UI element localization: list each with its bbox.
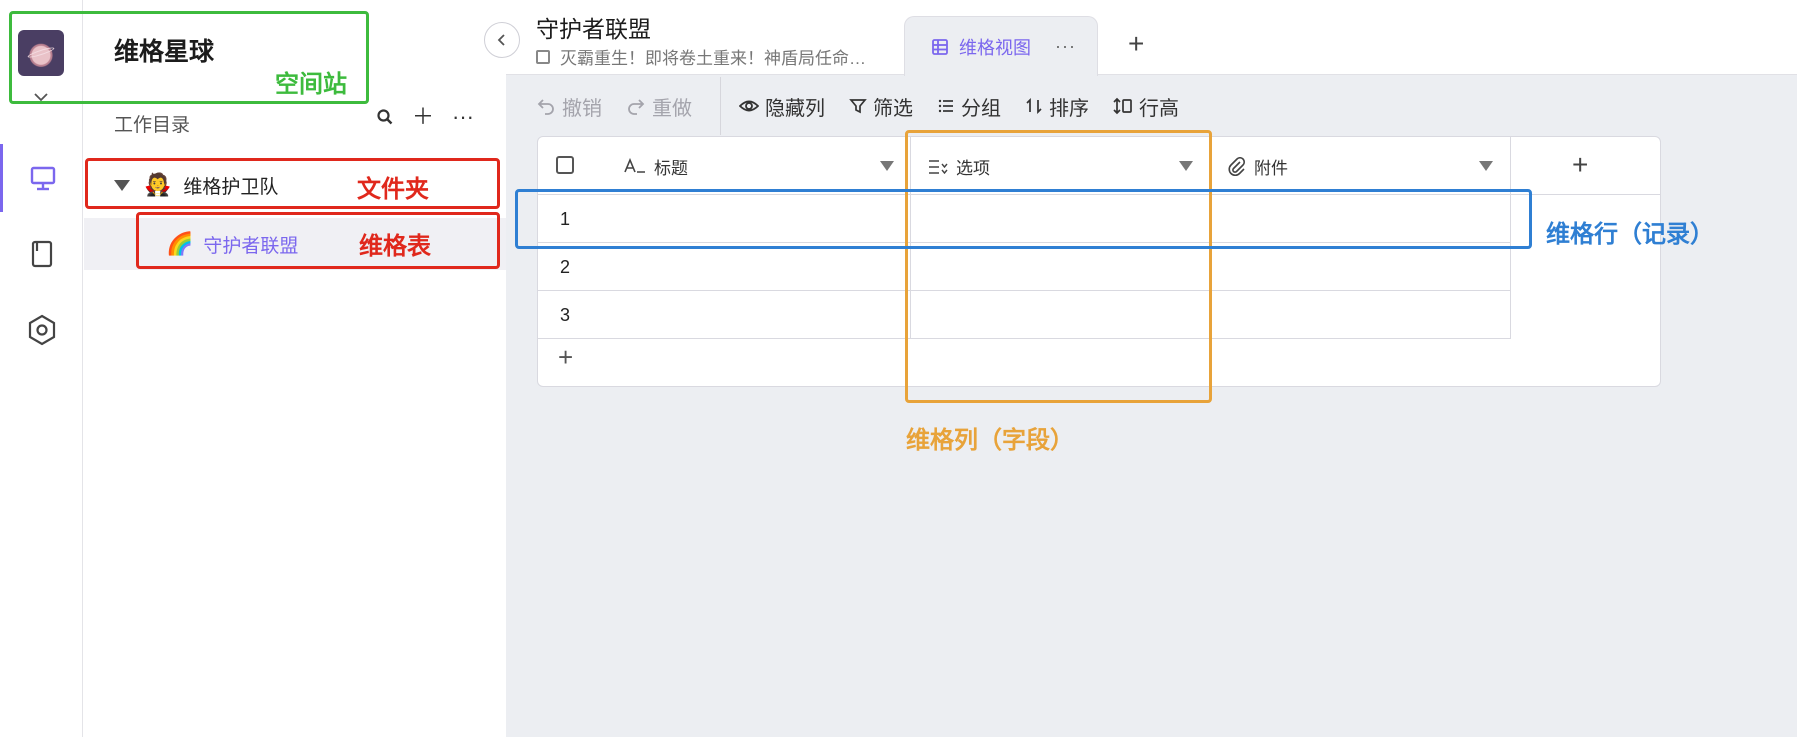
add-view-button[interactable]: + — [1128, 30, 1144, 58]
row-height-button[interactable]: 行高 — [1113, 92, 1179, 121]
add-column-button[interactable]: + — [1572, 149, 1588, 181]
rail-templates[interactable] — [0, 220, 83, 288]
sort-icon — [1026, 97, 1042, 115]
annotation-sheet-box — [136, 212, 500, 269]
column-header-attachment[interactable]: 附件 — [1228, 154, 1288, 179]
view-more-icon[interactable]: ··· — [1055, 36, 1076, 57]
add-row-button[interactable]: + — [558, 342, 573, 373]
app-root: 维格星球 工作目录 ＋ ··· 🧛 维格护卫队 🌈 守护者联盟 守护者联盟 灭霸… — [0, 0, 1797, 737]
book-icon — [31, 240, 52, 268]
select-all-checkbox[interactable] — [556, 156, 574, 174]
redo-label: 重做 — [652, 97, 692, 120]
annotation-folder-label: 文件夹 — [357, 176, 429, 203]
hide-columns-label: 隐藏列 — [765, 97, 825, 120]
undo-label: 撤销 — [562, 97, 602, 120]
more-icon[interactable]: ··· — [452, 106, 474, 128]
row-height-label: 行高 — [1139, 97, 1179, 120]
filter-button[interactable]: 筛选 — [849, 92, 913, 121]
column-menu-attachment[interactable] — [1479, 161, 1493, 171]
sort-label: 排序 — [1049, 97, 1089, 120]
undo-icon — [537, 99, 554, 115]
text-field-icon — [624, 157, 645, 173]
left-rail — [0, 0, 83, 737]
redo-button[interactable]: 重做 — [626, 92, 692, 121]
toolbar-divider — [720, 77, 721, 135]
row-number: 2 — [560, 257, 571, 277]
rail-settings[interactable] — [0, 296, 83, 364]
rail-workbench[interactable] — [0, 144, 83, 212]
grid-view-icon — [932, 38, 948, 55]
search-icon[interactable] — [376, 108, 394, 126]
annotation-space-label: 空间站 — [275, 71, 347, 98]
annotation-column-label: 维格列（字段） — [906, 427, 1074, 454]
paperclip-icon — [1228, 156, 1246, 176]
side-panel: 维格星球 工作目录 ＋ ··· 🧛 维格护卫队 🌈 守护者联盟 — [84, 0, 506, 737]
description-text: 灭霸重生！即将卷土重来！神盾局任命… — [560, 49, 866, 68]
filter-icon — [849, 99, 867, 114]
directory-title: 工作目录 — [114, 115, 191, 136]
add-icon[interactable]: ＋ — [412, 106, 434, 128]
filter-label: 筛选 — [873, 97, 913, 120]
annotation-sheet-label: 维格表 — [359, 233, 431, 260]
annotation-row-label: 维格行（记录） — [1546, 221, 1714, 248]
row-height-icon — [1113, 97, 1132, 115]
annotation-column-box — [905, 130, 1212, 403]
hide-columns-button[interactable]: 隐藏列 — [739, 92, 825, 121]
row-number: 3 — [560, 305, 571, 325]
annotation-folder-box — [85, 158, 500, 209]
page-description[interactable]: 灭霸重生！即将卷土重来！神盾局任命… — [536, 44, 866, 69]
column-attachment-label: 附件 — [1254, 159, 1288, 178]
header: 守护者联盟 灭霸重生！即将卷土重来！神盾局任命… 维格视图 ··· + — [506, 0, 1797, 76]
column-title-label: 标题 — [654, 159, 688, 178]
annotation-row-box — [515, 189, 1532, 249]
tab-grid-view[interactable]: 维格视图 ··· — [904, 16, 1098, 76]
monitor-icon — [30, 166, 56, 191]
directory-actions: ＋ ··· — [376, 106, 474, 128]
chevron-left-icon — [497, 34, 505, 46]
column-header-title[interactable]: 标题 — [624, 154, 688, 179]
redo-icon — [628, 99, 645, 115]
group-label: 分组 — [961, 97, 1001, 120]
undo-button[interactable]: 撤销 — [536, 92, 602, 121]
page-title: 守护者联盟 — [536, 16, 651, 42]
sort-button[interactable]: 排序 — [1025, 92, 1089, 121]
view-tab-label: 维格视图 — [959, 37, 1031, 58]
column-menu-title[interactable] — [880, 161, 894, 171]
toolbar: 撤销 重做 隐藏列 筛选 分组 排序 行高 — [536, 77, 1203, 135]
list-icon — [938, 99, 953, 113]
group-button[interactable]: 分组 — [937, 92, 1001, 121]
collapse-sidebar-button[interactable] — [484, 22, 520, 58]
eye-icon — [739, 100, 759, 112]
description-icon — [536, 49, 550, 64]
hexagon-settings-icon — [28, 314, 55, 346]
